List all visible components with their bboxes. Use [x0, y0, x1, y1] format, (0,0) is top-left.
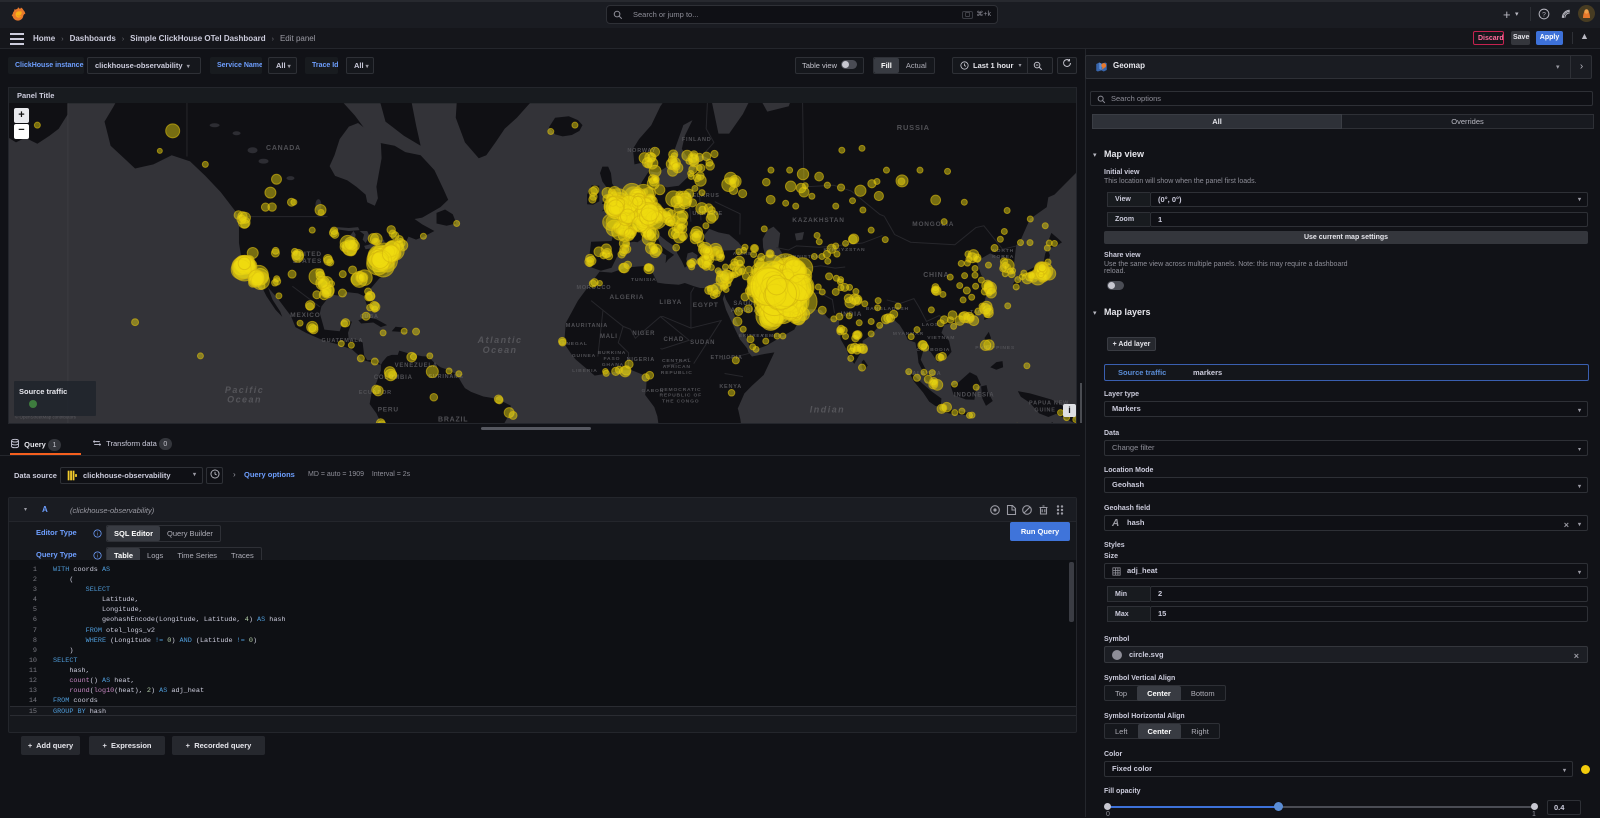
- svg-text:GUINEA: GUINEA: [572, 353, 596, 359]
- svg-text:Atlantic: Atlantic: [477, 335, 523, 345]
- svg-text:CHINA: CHINA: [923, 272, 949, 279]
- svg-text:Ocean: Ocean: [227, 395, 262, 405]
- svg-text:MALI: MALI: [600, 334, 618, 340]
- svg-text:EGYPT: EGYPT: [693, 302, 719, 309]
- svg-text:THE CONGO: THE CONGO: [662, 399, 699, 405]
- svg-text:TUNISIA: TUNISIA: [631, 277, 657, 283]
- svg-text:Pacific: Pacific: [225, 385, 264, 395]
- svg-text:VIETNAM: VIETNAM: [927, 335, 955, 341]
- svg-text:PERU: PERU: [378, 407, 399, 414]
- svg-text:FINLAND: FINLAND: [682, 137, 712, 143]
- svg-text:LIBYA: LIBYA: [659, 299, 682, 306]
- svg-text:i: i: [97, 553, 98, 559]
- svg-text:Ocean: Ocean: [483, 345, 518, 355]
- svg-text:RUSSIA: RUSSIA: [897, 123, 930, 132]
- svg-text:BANGLADESH: BANGLADESH: [866, 306, 909, 312]
- svg-text:ALGERIA: ALGERIA: [609, 294, 644, 301]
- svg-text:Indian: Indian: [810, 405, 845, 415]
- svg-text:KENYA: KENYA: [719, 384, 742, 390]
- svg-text:LAOS: LAOS: [922, 322, 939, 328]
- svg-text:BRAZIL: BRAZIL: [438, 417, 468, 423]
- svg-text:MEXICO: MEXICO: [290, 312, 320, 319]
- svg-text:MAURITANIA: MAURITANIA: [566, 323, 608, 329]
- svg-text:MONGOLIA: MONGOLIA: [912, 221, 954, 228]
- svg-text:REPUBLIC: REPUBLIC: [661, 370, 693, 376]
- svg-text:?: ?: [1542, 11, 1546, 18]
- svg-text:i: i: [97, 531, 98, 537]
- svg-text:GUINE: GUINE: [1034, 408, 1055, 414]
- svg-text:CHAD: CHAD: [664, 337, 684, 343]
- svg-text:NIGER: NIGER: [632, 331, 655, 337]
- svg-text:LIBERIA: LIBERIA: [572, 368, 598, 374]
- svg-text:KAZAKHSTAN: KAZAKHSTAN: [792, 217, 844, 224]
- svg-text:INDONESIA: INDONESIA: [954, 393, 994, 399]
- svg-text:CANADA: CANADA: [266, 145, 301, 152]
- svg-text:SUDAN: SUDAN: [690, 340, 715, 346]
